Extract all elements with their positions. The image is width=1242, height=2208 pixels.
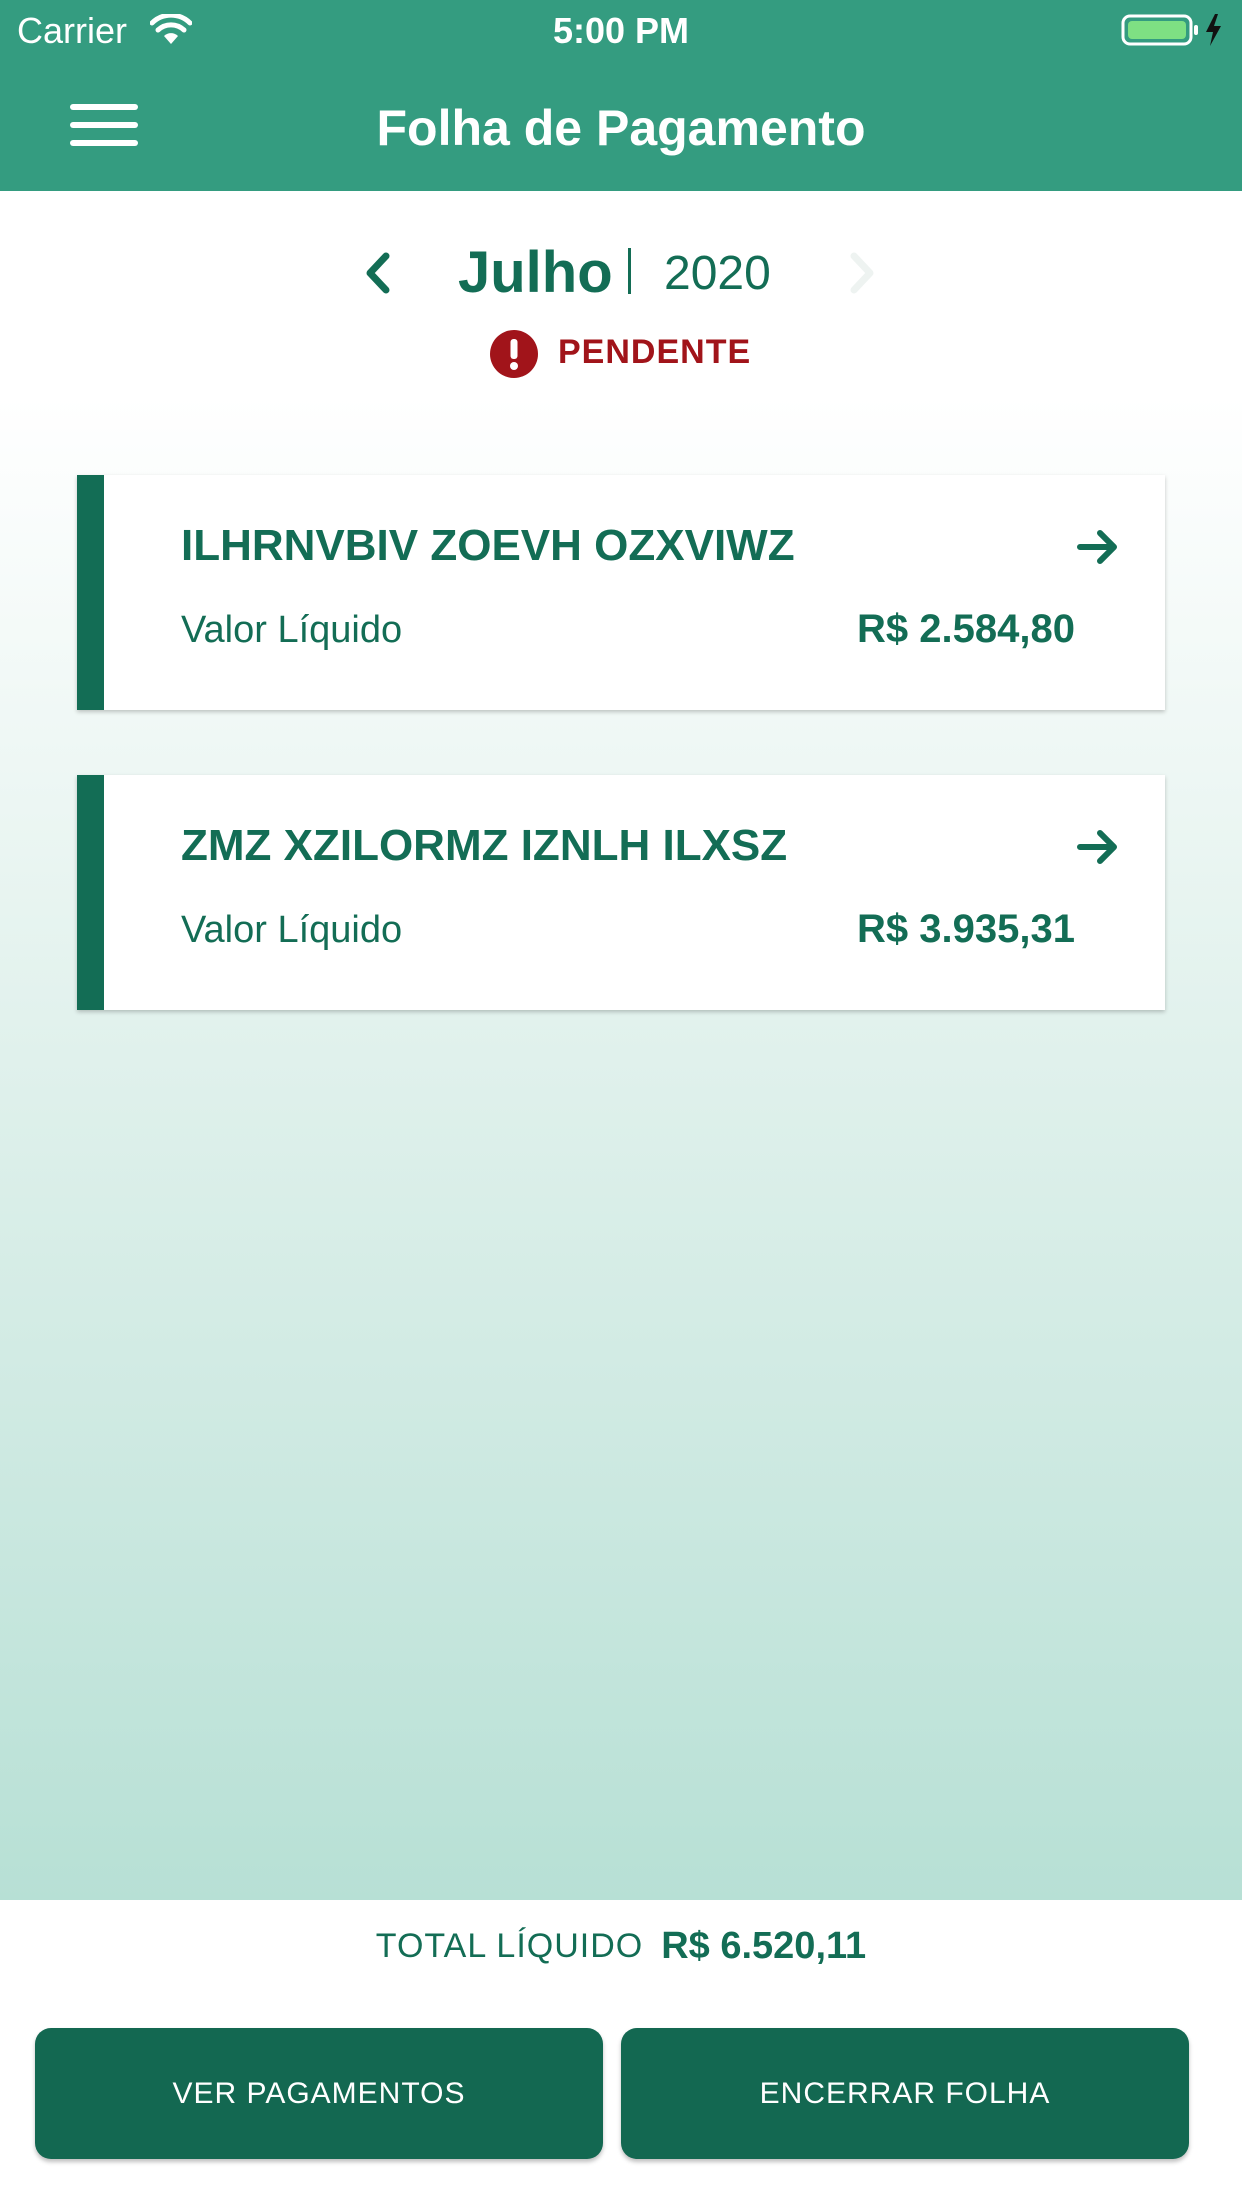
card-accent-bar [77,775,104,1010]
employee-card[interactable]: ILHRNVBIV ZOEVH OZXVIWZ Valor Líquido R$… [77,475,1165,710]
close-payroll-button[interactable]: ENCERRAR FOLHA [621,2028,1189,2159]
chevron-left-icon[interactable] [356,250,400,296]
total-value: R$ 6.520,11 [661,1925,867,1967]
month-year-divider [628,248,631,294]
status-time: 5:00 PM [552,10,690,51]
chevron-right-icon[interactable] [840,250,884,296]
month-label: Julho [458,240,613,305]
battery-charging-icon [1121,14,1221,46]
payroll-screen: Carrier 5:00 PM Folha de Pagamento Julho… [0,0,1242,2208]
employee-card[interactable]: ZMZ XZILORMZ IZNLH ILXSZ Valor Líquido R… [77,775,1165,1010]
total-row: TOTAL LÍQUIDO R$ 6.520,11 [0,1925,1242,1968]
status-badge: PENDENTE [558,333,752,371]
employee-name: ILHRNVBIV ZOEVH OZXVIWZ [181,521,795,570]
employee-name: ZMZ XZILORMZ IZNLH ILXSZ [181,821,788,870]
arrow-right-icon[interactable] [1076,525,1120,569]
top-bar: Carrier 5:00 PM Folha de Pagamento [0,0,1242,191]
content-area [0,191,1242,1900]
arrow-right-icon[interactable] [1076,825,1120,869]
net-value-amount: R$ 3.935,31 [857,907,1075,951]
card-accent-bar [77,475,104,710]
view-payments-button[interactable]: VER PAGAMENTOS [35,2028,603,2159]
net-value-amount: R$ 2.584,80 [857,607,1075,651]
net-value-label: Valor Líquido [181,609,403,651]
year-label: 2020 [664,247,771,300]
alert-circle-icon [490,330,538,378]
net-value-label: Valor Líquido [181,909,403,951]
page-title: Folha de Pagamento [376,100,866,156]
total-label: TOTAL LÍQUIDO [375,1927,644,1965]
